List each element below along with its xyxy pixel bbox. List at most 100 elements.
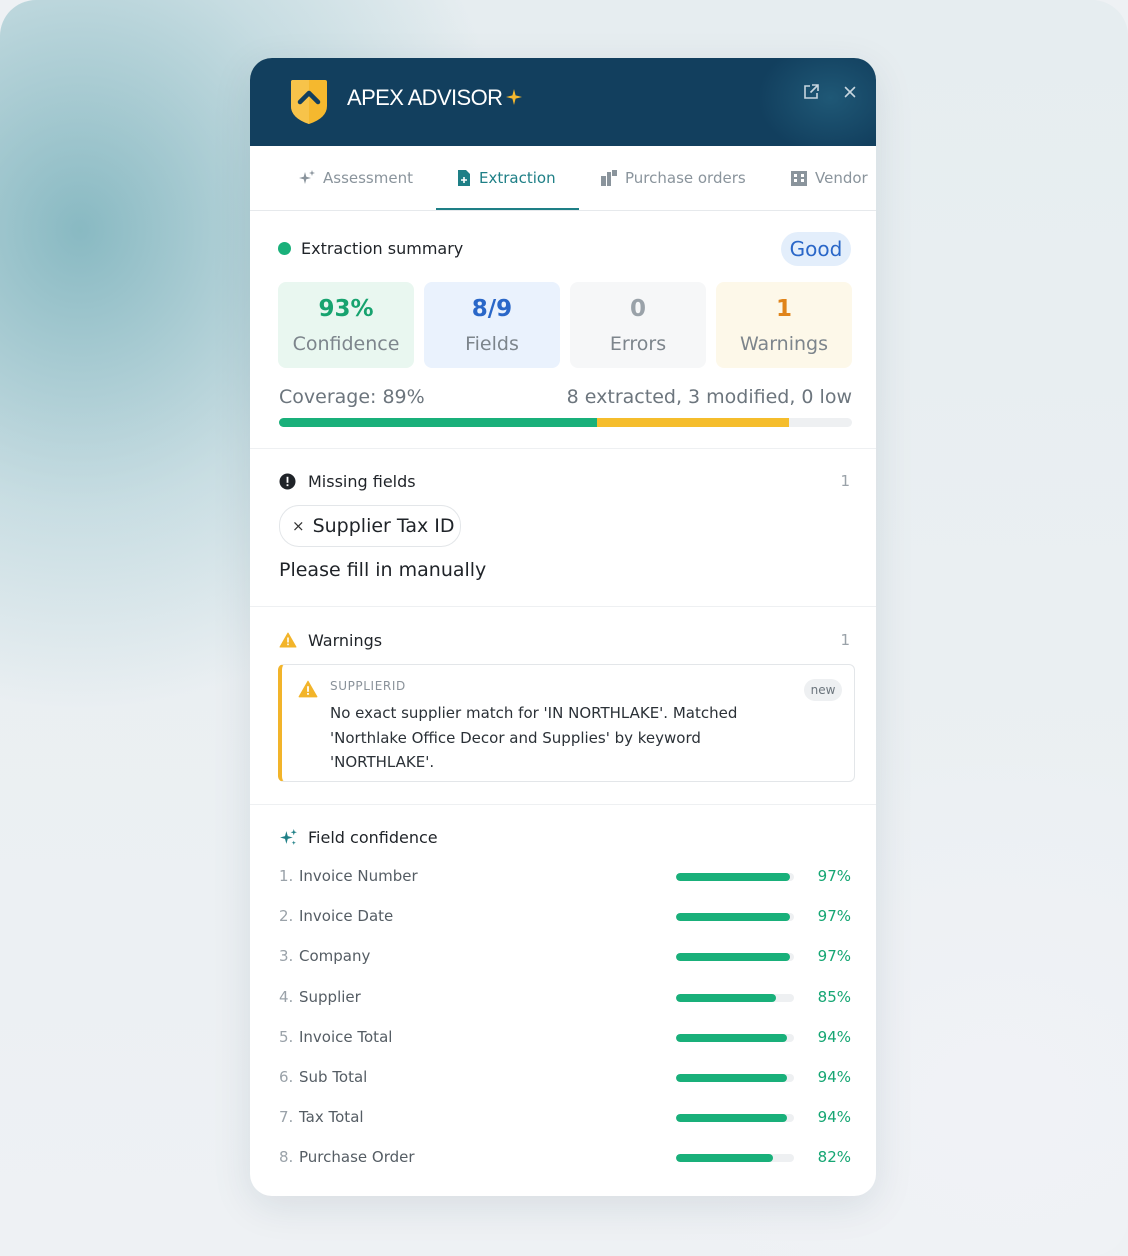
missing-field-chip[interactable]: × Supplier Tax ID (279, 505, 461, 547)
confidence-bar (676, 953, 794, 962)
field-confidence-row: 5. Invoice Total 94% (250, 1022, 876, 1052)
confidence-percent: 85% (817, 987, 851, 1006)
tab-label: Purchase orders (625, 169, 746, 187)
confidence-bar-fill (676, 913, 791, 922)
confidence-bar-fill (676, 1033, 787, 1042)
coverage-bar-extracted (279, 418, 597, 427)
tab-vendor[interactable]: Vendor (790, 146, 868, 210)
divider (250, 606, 876, 607)
stat-errors: 0 Errors (570, 282, 706, 368)
field-confidence-row: 8. Purchase Order 82% (250, 1142, 876, 1172)
boxes-icon (601, 170, 617, 186)
confidence-bar-fill (676, 873, 791, 881)
field-confidence-title: Field confidence (308, 828, 438, 847)
stat-label: Errors (609, 333, 667, 355)
confidence-percent: 97% (817, 867, 851, 885)
field-name: Invoice Date (299, 907, 394, 926)
missing-fields-count: 1 (840, 472, 850, 490)
field-name: Purchase Order (299, 1148, 415, 1167)
confidence-bar-fill (676, 1114, 787, 1123)
warning-card[interactable]: SUPPLIERID No exact supplier match for '… (278, 664, 855, 782)
field-name: Invoice Total (299, 1027, 393, 1046)
tab-label: Vendor (815, 169, 868, 187)
app-title: APEX ADVISOR (347, 85, 503, 110)
missing-fields-title: Missing fields (308, 472, 416, 491)
confidence-percent: 97% (817, 907, 851, 926)
confidence-bar (676, 1154, 794, 1163)
stat-value: 1 (775, 296, 792, 322)
active-tab-indicator (436, 208, 579, 210)
sparkle-icon (299, 170, 315, 184)
field-confidence-row: 2. Invoice Date 97% (250, 901, 876, 931)
confidence-bar (676, 993, 794, 1002)
field-confidence-row: 3. Company 97% (250, 941, 876, 971)
field-confidence-row: 1. Invoice Number 97% (250, 861, 876, 891)
row-index: 3. (279, 947, 294, 966)
confidence-percent: 94% (817, 1068, 851, 1086)
confidence-percent: 94% (817, 1108, 851, 1127)
coverage-bar-modified (597, 418, 789, 427)
new-badge: new (804, 679, 842, 701)
row-index: 5. (279, 1027, 294, 1046)
tab-label: Assessment (323, 169, 413, 187)
open-external-icon[interactable] (802, 83, 820, 101)
coverage-label: Coverage: 89% (279, 386, 425, 408)
row-index: 4. (279, 987, 294, 1006)
warnings-title: Warnings (308, 631, 383, 650)
shield-logo-icon (291, 80, 327, 124)
stat-warnings: 1 Warnings (716, 282, 852, 368)
tab-extraction[interactable]: Extraction (456, 146, 556, 210)
confidence-bar-fill (676, 953, 791, 962)
confidence-percent: 97% (817, 947, 851, 966)
row-index: 1. (279, 867, 294, 885)
warning-message: No exact supplier match for 'IN NORTHLAK… (330, 704, 738, 771)
field-confidence-row: 6. Sub Total 94% (250, 1062, 876, 1092)
missing-fields-hint: Please fill in manually (279, 559, 487, 581)
summary-title: Extraction summary (301, 239, 464, 258)
chip-label: Supplier Tax ID (312, 515, 455, 537)
stat-fields: 8/9 Fields (424, 282, 560, 368)
close-icon[interactable] (841, 83, 859, 101)
warning-code: SUPPLIERID (330, 679, 406, 693)
confidence-bar (676, 913, 794, 922)
row-index: 2. (279, 907, 294, 926)
tab-label: Extraction (479, 169, 556, 187)
warning-icon (279, 632, 297, 648)
stat-confidence: 93% Confidence (278, 282, 414, 368)
panel-header: APEX ADVISOR (250, 58, 876, 146)
field-confidence-row: 4. Supplier 85% (250, 982, 876, 1012)
tab-purchase-orders[interactable]: Purchase orders (600, 146, 746, 210)
row-index: 6. (279, 1068, 294, 1086)
field-name: Tax Total (299, 1108, 364, 1127)
row-index: 7. (279, 1108, 294, 1127)
row-index: 8. (279, 1148, 294, 1167)
alert-circle-icon (279, 473, 296, 490)
confidence-bar (676, 873, 794, 881)
stat-label: Fields (465, 333, 519, 355)
divider (250, 804, 876, 805)
coverage-bar (279, 418, 852, 427)
stat-label: Confidence (292, 333, 400, 355)
confidence-bar (676, 1074, 794, 1082)
divider (250, 448, 876, 449)
document-icon (458, 170, 470, 186)
tab-assessment[interactable]: Assessment (298, 146, 413, 210)
building-icon (791, 171, 807, 186)
field-confidence-row: 7. Tax Total 94% (250, 1102, 876, 1132)
field-name: Supplier (299, 987, 361, 1006)
sparkle-icon (280, 829, 297, 845)
stat-label: Warnings (739, 333, 828, 355)
status-dot (278, 242, 291, 255)
confidence-percent: 94% (817, 1027, 851, 1046)
field-name: Invoice Number (299, 867, 418, 885)
warnings-count: 1 (840, 631, 850, 649)
confidence-bar-fill (676, 993, 777, 1002)
warning-icon (298, 680, 318, 698)
stat-value: 0 (629, 296, 646, 322)
confidence-bar-fill (676, 1154, 773, 1163)
remove-icon[interactable]: × (292, 517, 305, 535)
coverage-detail: 8 extracted, 3 modified, 0 low (566, 386, 852, 408)
tab-bar: Assessment Extraction Purchase orders Ve… (250, 146, 876, 211)
confidence-bar-fill (676, 1074, 787, 1082)
stat-value: 93% (318, 296, 374, 322)
